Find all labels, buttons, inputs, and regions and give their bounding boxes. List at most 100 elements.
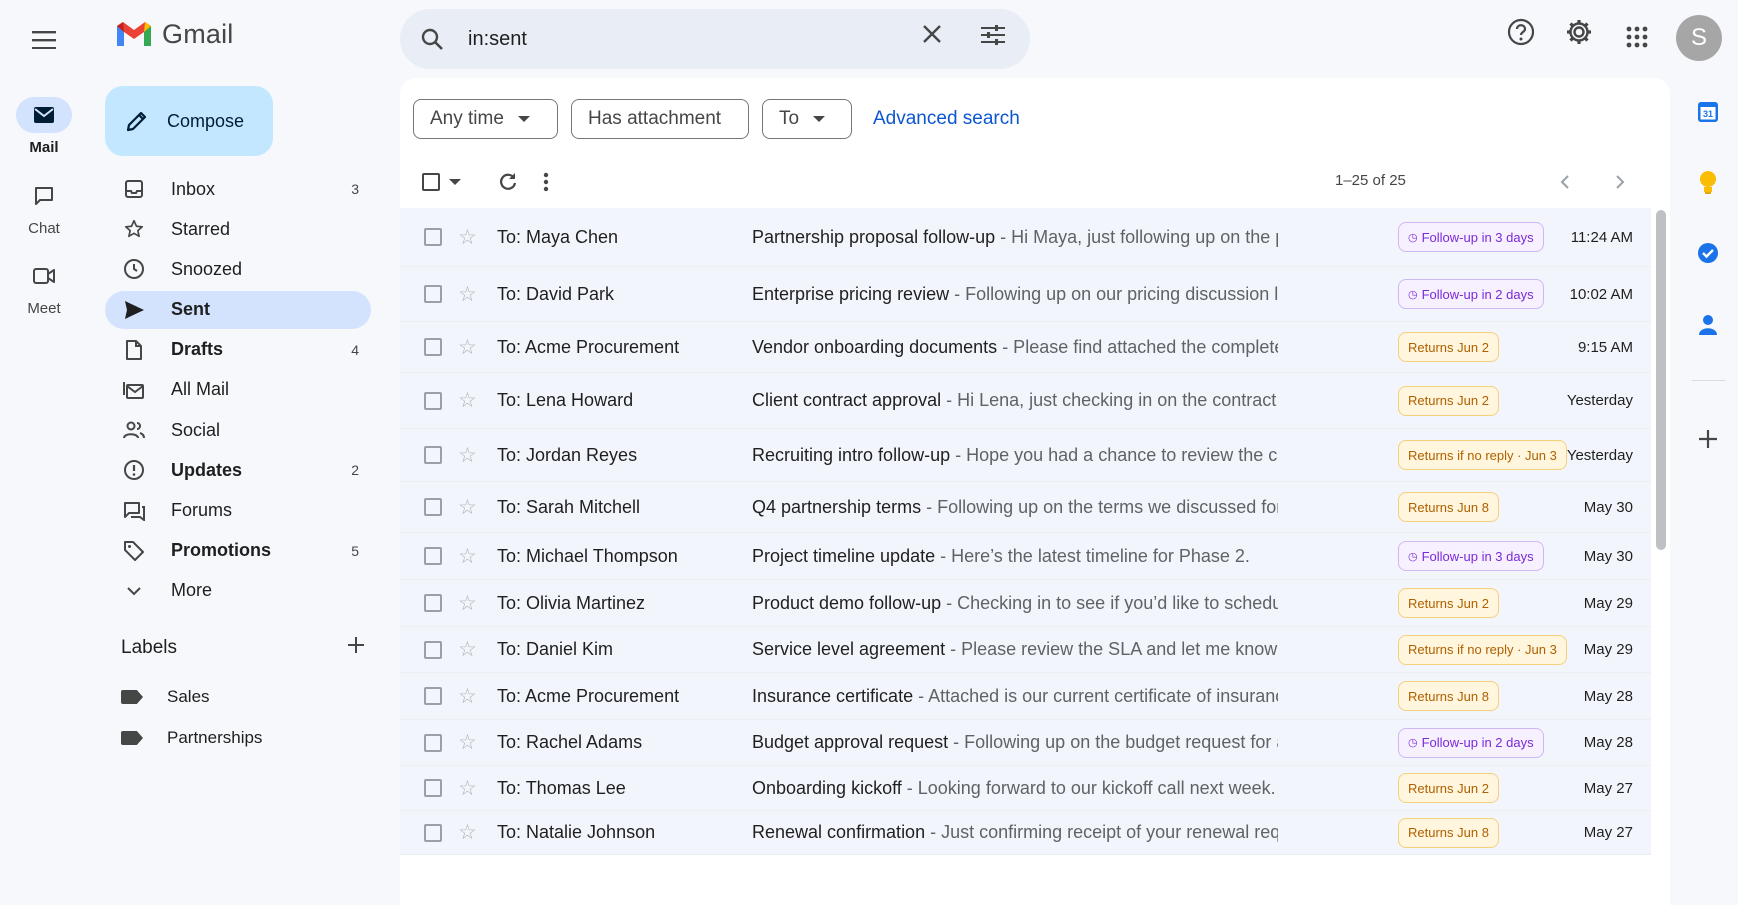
main-menu-button[interactable]	[24, 20, 64, 60]
list-scrollbar[interactable]	[1656, 210, 1666, 550]
row-checkbox[interactable]	[424, 228, 442, 246]
sidebar-item-forums[interactable]: Forums	[105, 492, 371, 530]
filter-has-attachment[interactable]: Has attachment	[571, 99, 749, 139]
subject: Recruiting intro follow-up	[752, 444, 951, 465]
email-row[interactable]: ☆ To: Lena Howard Client contract approval…	[400, 373, 1651, 429]
email-row[interactable]: ☆ To: Olivia Martinez Product demo follow-…	[400, 580, 1651, 627]
email-row[interactable]: ☆ To: Acme Procurement Insurance certifica…	[400, 673, 1651, 720]
account-avatar[interactable]: S	[1676, 15, 1722, 61]
row-checkbox[interactable]	[424, 823, 442, 842]
filter-any-time[interactable]: Any time	[413, 99, 558, 139]
star-icon[interactable]: ☆	[458, 388, 477, 413]
returns-badge: Returns Jun 2	[1398, 385, 1499, 416]
sidebar-item-starred[interactable]: Starred	[105, 210, 371, 248]
label-tag-icon	[121, 690, 143, 704]
keep-icon[interactable]	[1692, 167, 1724, 199]
star-icon[interactable]: ☆	[458, 820, 477, 845]
apps-grid-icon[interactable]	[1626, 26, 1648, 53]
returns-badge: Returns Jun 8	[1398, 817, 1499, 848]
star-icon[interactable]: ☆	[458, 591, 477, 616]
timer-icon: ◷	[1408, 231, 1418, 244]
sidebar-item-social[interactable]: Social	[105, 411, 371, 449]
email-row[interactable]: ☆ To: Maya Chen Partnership proposal follo…	[400, 208, 1651, 267]
sidebar-item-label: Snoozed	[171, 258, 243, 279]
select-dropdown-caret-icon[interactable]	[449, 179, 461, 185]
row-checkbox[interactable]	[424, 446, 442, 464]
row-checkbox[interactable]	[424, 391, 442, 410]
email-row[interactable]: ☆ To: Daniel Kim Service level agreement -…	[400, 627, 1651, 673]
search-input[interactable]	[468, 25, 888, 53]
search-options-icon[interactable]	[980, 24, 1006, 51]
row-checkbox[interactable]	[424, 687, 442, 705]
add-label-button[interactable]	[347, 636, 365, 660]
sidebar-item-snoozed[interactable]: Snoozed	[105, 250, 371, 288]
email-row[interactable]: ☆ To: Thomas Lee Onboarding kickoff - Look…	[400, 766, 1651, 811]
snippet: - Attached is our current certificate of…	[913, 685, 1278, 706]
email-row[interactable]: ☆ To: Sarah Mitchell Q4 partnership terms …	[400, 482, 1651, 533]
sidebar-item-all-mail[interactable]: All Mail	[105, 371, 371, 409]
row-checkbox[interactable]	[424, 594, 442, 612]
rail-mail[interactable]: Mail	[0, 97, 88, 156]
add-addon-icon[interactable]	[1692, 423, 1724, 455]
sidebar-item-promotions[interactable]: Promotions 5	[105, 532, 371, 570]
next-page-icon[interactable]	[1615, 162, 1625, 202]
star-icon[interactable]: ☆	[458, 495, 477, 520]
snippet: - Following up on the budget request for…	[953, 732, 1278, 752]
sidebar-item-drafts[interactable]: Drafts 4	[105, 331, 371, 369]
more-options-icon[interactable]	[543, 162, 549, 202]
rail-chat-label: Chat	[28, 220, 60, 237]
refresh-icon[interactable]	[498, 162, 518, 202]
star-icon[interactable]: ☆	[458, 637, 477, 662]
sidebar-item-more[interactable]: More	[105, 572, 371, 610]
message-preview: Product demo follow-up - Checking in to …	[752, 593, 1278, 614]
contacts-icon[interactable]	[1692, 309, 1724, 341]
calendar-icon[interactable]: 31	[1692, 96, 1724, 128]
star-icon[interactable]: ☆	[458, 225, 477, 250]
advanced-search-link[interactable]: Advanced search	[873, 108, 1020, 130]
star-icon[interactable]: ☆	[458, 544, 477, 569]
label-item-partnerships[interactable]: Partnerships	[121, 728, 262, 748]
help-icon[interactable]	[1507, 18, 1535, 51]
pencil-icon	[126, 111, 147, 132]
row-checkbox[interactable]	[424, 498, 442, 516]
sidebar-item-sent[interactable]: Sent	[105, 290, 371, 329]
settings-gear-icon[interactable]	[1565, 18, 1593, 51]
sidebar-item-inbox[interactable]: Inbox 3	[105, 170, 371, 208]
tasks-icon[interactable]	[1692, 237, 1724, 269]
clear-search-icon[interactable]	[922, 24, 942, 49]
star-icon[interactable]: ☆	[458, 282, 477, 307]
row-checkbox[interactable]	[424, 733, 442, 752]
recipient: To: Jordan Reyes	[497, 444, 638, 465]
row-checkbox[interactable]	[424, 547, 442, 565]
rail-meet[interactable]: Meet	[0, 258, 88, 317]
row-checkbox[interactable]	[424, 285, 442, 303]
search-icon[interactable]	[420, 27, 444, 56]
gmail-logo[interactable]: Gmail	[114, 18, 234, 50]
label-item-sales[interactable]: Sales	[121, 687, 210, 707]
row-checkbox[interactable]	[424, 779, 442, 797]
email-row[interactable]: ☆ To: Jordan Reyes Recruiting intro follow…	[400, 429, 1651, 482]
compose-button[interactable]: Compose	[105, 86, 273, 156]
filter-to[interactable]: To	[762, 99, 852, 139]
email-row[interactable]: ☆ To: Michael Thompson Project timeline up…	[400, 533, 1651, 580]
recipient: To: Sarah Mitchell	[497, 496, 641, 517]
star-icon[interactable]: ☆	[458, 730, 477, 755]
star-icon[interactable]: ☆	[458, 443, 477, 468]
prev-page-icon[interactable]	[1560, 162, 1570, 202]
subject: Budget approval request	[752, 732, 949, 752]
rail-chat[interactable]: Chat	[0, 178, 88, 237]
star-icon[interactable]: ☆	[458, 776, 477, 801]
forums-icon	[123, 500, 145, 522]
row-checkbox[interactable]	[424, 338, 442, 356]
email-row[interactable]: ☆ To: Acme Procurement Vendor onboarding d…	[400, 322, 1651, 373]
label-item-text: Partnerships	[167, 728, 263, 747]
email-row[interactable]: ☆ To: David Park Enterprise pricing review…	[400, 267, 1651, 322]
star-icon[interactable]: ☆	[458, 684, 477, 709]
email-row[interactable]: ☆ To: Rachel Adams Budget approval request…	[400, 720, 1651, 766]
row-checkbox[interactable]	[424, 640, 442, 659]
star-icon[interactable]: ☆	[458, 335, 477, 360]
select-all-checkbox[interactable]	[422, 162, 461, 202]
email-row[interactable]: ☆ To: Natalie Johnson Renewal confirmation…	[400, 811, 1651, 855]
timestamp: May 27	[1583, 779, 1633, 797]
sidebar-item-updates[interactable]: Updates 2	[105, 451, 371, 489]
